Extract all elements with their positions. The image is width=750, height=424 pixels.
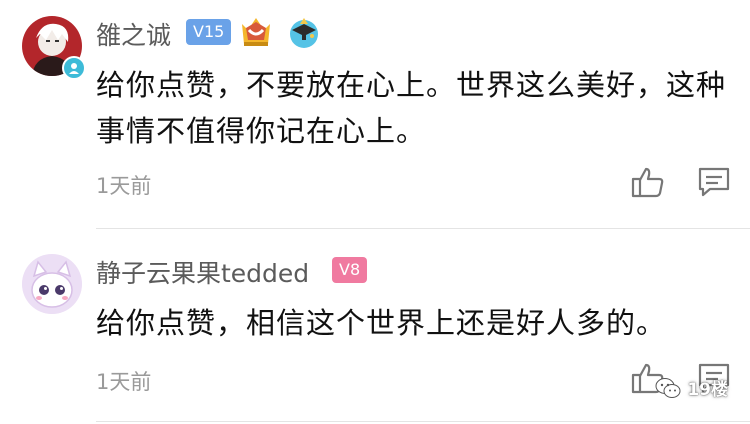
verified-badge-icon	[62, 56, 86, 80]
timestamp: 1天前	[96, 370, 152, 394]
comment-item: 静子云果果tedded V8 给你点赞，相信这个世界上还是好人多的。 1天前	[0, 230, 750, 424]
username[interactable]: 静子云果果tedded	[96, 254, 309, 290]
watermark-text: 19楼	[687, 380, 728, 400]
watermark: 19楼	[655, 375, 728, 400]
wechat-icon	[655, 377, 681, 399]
level-badge: V15	[186, 19, 232, 45]
divider	[96, 421, 750, 422]
divider	[96, 228, 750, 229]
gold-crown-medal-icon	[238, 14, 274, 50]
comment-text: 给你点赞，不要放在心上。世界这么美好，这种事情不值得你记在心上。	[96, 68, 727, 148]
avatar[interactable]	[22, 254, 82, 314]
reply-comment-icon[interactable]	[696, 164, 732, 200]
level-badge: V8	[332, 257, 368, 283]
graduate-medal-icon	[286, 14, 322, 50]
timestamp: 1天前	[96, 174, 152, 198]
like-icon[interactable]	[630, 164, 666, 200]
comment-item: 雒之诚 V15 给你点赞，不要放在心上。世界这么美好，这种事情不值得你记在心上。…	[0, 0, 750, 230]
username[interactable]: 雒之诚	[96, 16, 171, 52]
comment-text: 给你点赞，相信这个世界上还是好人多的。	[96, 306, 667, 340]
